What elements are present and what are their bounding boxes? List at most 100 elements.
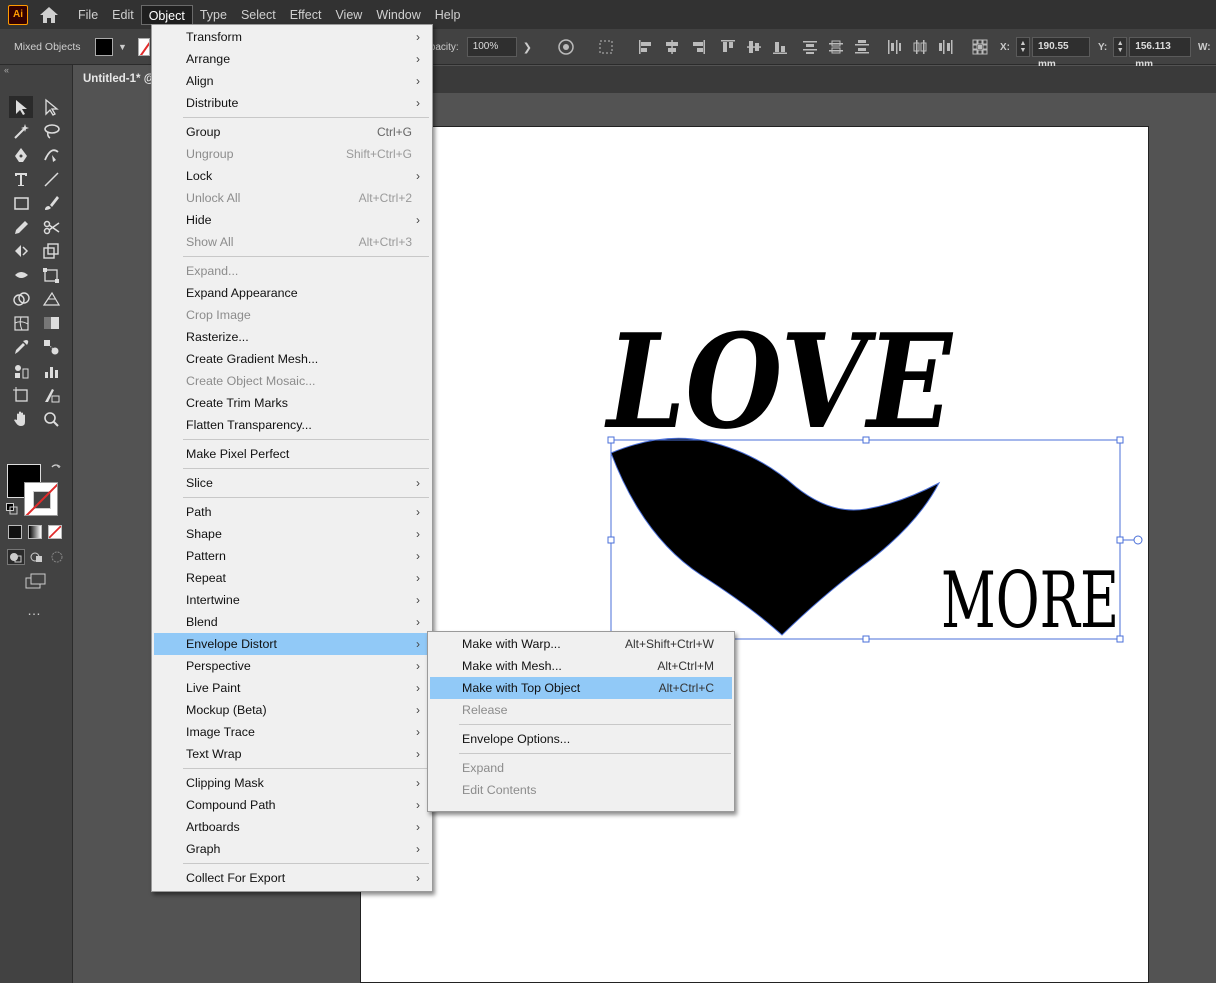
menu-item-envelope-distort[interactable]: Envelope Distort › (154, 633, 430, 655)
distribute-right-icon[interactable] (938, 39, 954, 55)
perspective-grid-tool[interactable] (39, 288, 63, 310)
align-bottom-icon[interactable] (772, 39, 788, 55)
recolor-icon[interactable] (558, 39, 574, 55)
mesh-tool[interactable] (9, 312, 33, 334)
menu-item-ungroup[interactable]: Ungroup Shift+Ctrl+G (154, 143, 430, 165)
submenu-item-make-with-mesh[interactable]: Make with Mesh... Alt+Ctrl+M (430, 655, 732, 677)
align-top-icon[interactable] (720, 39, 736, 55)
symbol-sprayer-tool[interactable] (9, 360, 33, 382)
stroke-color-swatch[interactable] (24, 482, 58, 516)
distribute-top-icon[interactable] (802, 39, 818, 55)
align-right-icon[interactable] (690, 39, 706, 55)
menu-select[interactable]: Select (234, 5, 283, 25)
gradient-tool[interactable] (39, 312, 63, 334)
chevron-right-icon[interactable]: ❯ (523, 41, 532, 54)
menu-item-repeat[interactable]: Repeat › (154, 567, 430, 589)
menu-item-show-all[interactable]: Show All Alt+Ctrl+3 (154, 231, 430, 253)
type-tool[interactable] (9, 168, 33, 190)
distribute-bottom-icon[interactable] (854, 39, 870, 55)
align-vertical-center-icon[interactable] (746, 39, 762, 55)
color-mode-icon[interactable] (8, 525, 22, 539)
menu-edit[interactable]: Edit (105, 5, 141, 25)
distribute-horizontal-center-icon[interactable] (912, 39, 928, 55)
menu-window[interactable]: Window (369, 5, 427, 25)
menu-object[interactable]: Object (140, 4, 193, 25)
pen-tool[interactable] (9, 144, 33, 166)
menu-item-image-trace[interactable]: Image Trace › (154, 721, 430, 743)
menu-item-create-gradient-mesh[interactable]: Create Gradient Mesh... (154, 348, 430, 370)
menu-item-make-pixel-perfect[interactable]: Make Pixel Perfect (154, 443, 430, 465)
submenu-item-envelope-options[interactable]: Envelope Options... (430, 728, 732, 750)
opacity-input[interactable]: 100% (466, 37, 517, 57)
menu-item-flatten-transparency[interactable]: Flatten Transparency... (154, 414, 430, 436)
menu-item-align[interactable]: Align › (154, 70, 430, 92)
menu-item-arrange[interactable]: Arrange › (154, 48, 430, 70)
paintbrush-tool[interactable] (39, 192, 63, 214)
default-colors-icon[interactable] (6, 503, 18, 515)
x-stepper[interactable]: ▲ ▼ (1016, 37, 1030, 57)
align-left-icon[interactable] (638, 39, 654, 55)
love-text-art[interactable]: LOVE (604, 305, 954, 458)
menu-item-intertwine[interactable]: Intertwine › (154, 589, 430, 611)
graph-tool[interactable] (39, 360, 63, 382)
menu-item-hide[interactable]: Hide › (154, 209, 430, 231)
zoom-tool[interactable] (39, 408, 63, 430)
more-tools-icon[interactable]: … (27, 603, 45, 617)
menu-item-blend[interactable]: Blend › (154, 611, 430, 633)
width-tool[interactable] (9, 264, 33, 286)
draw-inside-icon[interactable] (48, 549, 66, 565)
menu-item-lock[interactable]: Lock › (154, 165, 430, 187)
screen-mode-icon[interactable] (25, 573, 47, 591)
menu-file[interactable]: File (71, 5, 105, 25)
slice-tool[interactable] (39, 384, 63, 406)
stroke-color-control[interactable] (138, 29, 150, 65)
magic-wand-tool[interactable] (9, 120, 33, 142)
menu-view[interactable]: View (328, 5, 369, 25)
blend-tool[interactable] (39, 336, 63, 358)
menu-item-shape[interactable]: Shape › (154, 523, 430, 545)
gradient-mode-icon[interactable] (28, 525, 42, 539)
scale-tool[interactable] (39, 240, 63, 262)
x-input[interactable]: 190.55 mm (1032, 37, 1090, 70)
stroke-swatch[interactable] (138, 38, 150, 56)
menu-item-mockup-beta[interactable]: Mockup (Beta) › (154, 699, 430, 721)
menu-effect[interactable]: Effect (283, 5, 329, 25)
submenu-item-release[interactable]: Release (430, 699, 732, 721)
menu-item-crop-image[interactable]: Crop Image (154, 304, 430, 326)
shape-builder-tool[interactable] (9, 288, 33, 310)
pencil-tool[interactable] (9, 216, 33, 238)
none-mode-icon[interactable] (48, 525, 62, 539)
transform-reference-point-icon[interactable] (972, 39, 988, 55)
align-to-selection-icon[interactable] (598, 39, 614, 55)
submenu-item-expand[interactable]: Expand (430, 757, 732, 779)
artboard[interactable]: LOVE MORE (360, 126, 1149, 983)
selection-tool[interactable] (9, 96, 33, 118)
menu-item-slice[interactable]: Slice › (154, 472, 430, 494)
hand-tool[interactable] (9, 408, 33, 430)
chevron-down-icon[interactable]: ▼ (118, 42, 127, 52)
menu-item-group[interactable]: Group Ctrl+G (154, 121, 430, 143)
distribute-left-icon[interactable] (886, 39, 902, 55)
menu-item-live-paint[interactable]: Live Paint › (154, 677, 430, 699)
distribute-vertical-center-icon[interactable] (828, 39, 844, 55)
collapse-panel-icon[interactable]: « (4, 65, 9, 75)
rotate-tool[interactable] (9, 240, 33, 262)
free-transform-tool[interactable] (39, 264, 63, 286)
menu-item-text-wrap[interactable]: Text Wrap › (154, 743, 430, 765)
menu-item-artboards[interactable]: Artboards › (154, 816, 430, 838)
lasso-tool[interactable] (39, 120, 63, 142)
home-button[interactable] (37, 3, 61, 27)
more-text-art[interactable]: MORE (941, 556, 1119, 646)
direct-selection-tool[interactable] (39, 96, 63, 118)
y-input[interactable]: 156.113 mm (1129, 37, 1192, 70)
submenu-item-make-with-warp[interactable]: Make with Warp... Alt+Shift+Ctrl+W (430, 633, 732, 655)
menu-item-expand-appearance[interactable]: Expand Appearance (154, 282, 430, 304)
submenu-item-make-with-top-object[interactable]: Make with Top Object Alt+Ctrl+C (430, 677, 732, 699)
menu-item-perspective[interactable]: Perspective › (154, 655, 430, 677)
menu-item-graph[interactable]: Graph › (154, 838, 430, 860)
menu-help[interactable]: Help (428, 5, 468, 25)
menu-item-rasterize[interactable]: Rasterize... (154, 326, 430, 348)
y-stepper[interactable]: ▲ ▼ (1113, 37, 1128, 57)
menu-item-transform[interactable]: Transform › (154, 26, 430, 48)
artboard-tool[interactable] (9, 384, 33, 406)
